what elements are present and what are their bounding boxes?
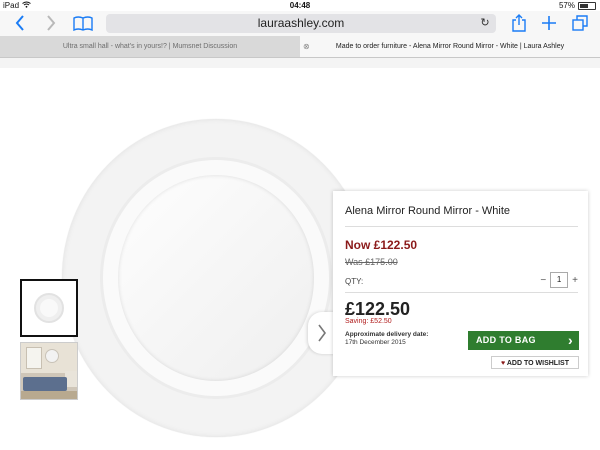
add-to-wishlist-button[interactable]: ♥ ADD TO WISHLIST (491, 356, 579, 369)
status-bar: iPad 04:48 57% (0, 0, 600, 11)
mirror-glass (118, 175, 314, 381)
product-info-panel: Alena Mirror Round Mirror - White Now £1… (333, 191, 588, 376)
battery-icon (578, 1, 596, 10)
divider (345, 226, 578, 227)
delivery-label: Approximate delivery date: (345, 331, 429, 338)
thumbnail-product[interactable] (20, 279, 78, 337)
tab-mumsnet[interactable]: Ultra small hall - what's in yours!? | M… (0, 36, 300, 57)
chevron-right-icon: › (568, 332, 573, 348)
product-image (62, 119, 370, 437)
qty-plus-button[interactable]: + (572, 275, 578, 286)
quantity-stepper: − 1 + (540, 272, 578, 288)
now-price: Now £122.50 (345, 238, 418, 252)
current-price: £122.50 (345, 299, 411, 319)
bookmarks-icon[interactable] (72, 13, 94, 33)
add-to-bag-button[interactable]: ADD TO BAG › (468, 331, 579, 350)
thumbnail-room[interactable] (20, 342, 78, 400)
new-tab-icon[interactable] (538, 13, 560, 33)
tab-label: Ultra small hall - what's in yours!? | M… (62, 43, 238, 50)
tabs-icon[interactable] (569, 13, 591, 33)
clock: 04:48 (289, 1, 311, 10)
product-title: Alena Mirror Round Mirror - White (345, 205, 511, 217)
was-price: Was £175.00 (345, 257, 398, 267)
heart-icon: ♥ (501, 360, 506, 367)
tab-label: Made to order furniture - Alena Mirror R… (335, 43, 565, 50)
tab-laura-ashley[interactable]: ⊗ Made to order furniture - Alena Mirror… (300, 36, 600, 57)
forward-icon[interactable] (40, 13, 62, 33)
saving-text: Saving: £52.50 (345, 318, 392, 325)
back-icon[interactable] (9, 13, 31, 33)
next-image-button[interactable] (308, 312, 336, 354)
qty-minus-button[interactable]: − (540, 275, 546, 286)
share-icon[interactable] (508, 13, 530, 33)
qty-label: QTY: (345, 277, 364, 286)
wishlist-label: ADD TO WISHLIST (506, 360, 569, 367)
close-tab-icon[interactable]: ⊗ (303, 36, 310, 57)
chevron-right-icon (318, 324, 326, 342)
browser-toolbar: lauraashley.com ↻ (0, 11, 600, 36)
reload-icon[interactable]: ↻ (478, 14, 492, 33)
qty-input[interactable]: 1 (550, 272, 569, 288)
url-text: lauraashley.com (257, 16, 345, 30)
page-header-band (0, 58, 600, 68)
delivery-date: 17th December 2015 (345, 339, 406, 346)
add-to-bag-label: ADD TO BAG (476, 335, 536, 345)
tab-bar: Ultra small hall - what's in yours!? | M… (0, 36, 600, 58)
address-bar[interactable]: lauraashley.com ↻ (106, 14, 496, 33)
battery-percent: 57% (558, 1, 575, 10)
divider (345, 292, 578, 293)
